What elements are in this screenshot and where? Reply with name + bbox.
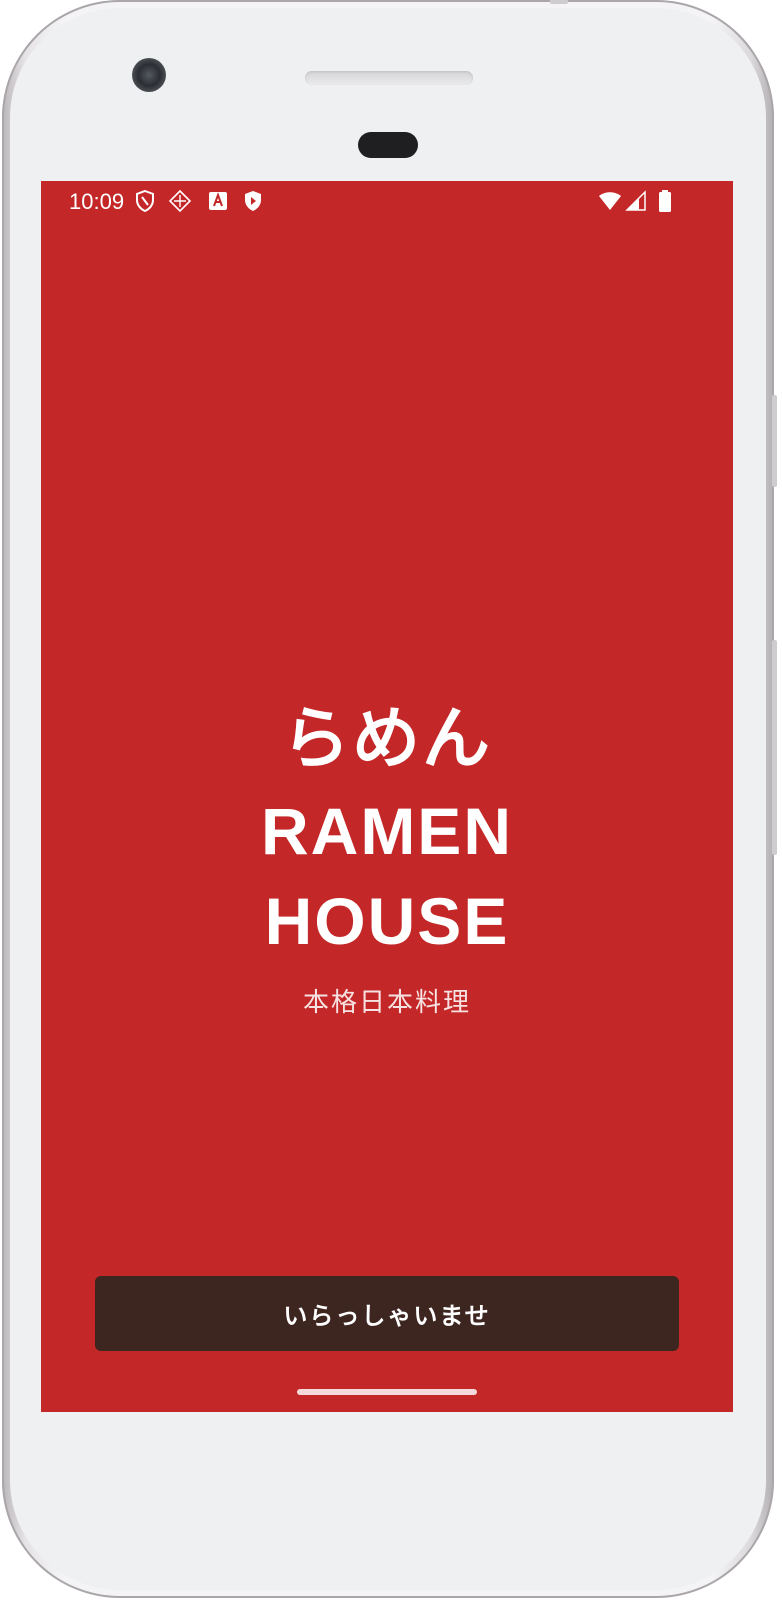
proximity-sensor — [358, 132, 418, 158]
splash-title-block: らめん RAMEN HOUSE 本格日本料理 — [41, 706, 733, 1019]
battery-icon — [659, 190, 671, 212]
earpiece-speaker — [305, 71, 473, 85]
title-japanese: らめん — [281, 700, 492, 779]
app-screen: 10:09 らめん RAMEN HOUSE 本格日本料理 いらっしゃいませ — [41, 181, 733, 1412]
vpn-diamond-icon — [168, 189, 192, 213]
play-shield-icon — [245, 191, 261, 211]
shield-outline-icon — [136, 189, 154, 213]
status-time: 10:09 — [69, 189, 125, 214]
welcome-button[interactable]: いらっしゃいませ — [95, 1276, 679, 1351]
home-indicator[interactable] — [297, 1389, 477, 1395]
title-english: RAMEN HOUSE — [41, 786, 733, 966]
volume-button — [772, 395, 777, 487]
power-button — [772, 640, 777, 855]
front-camera — [132, 58, 166, 92]
title-english-line2: HOUSE — [264, 884, 510, 958]
wifi-icon — [599, 192, 621, 210]
title-english-line1: RAMEN — [261, 794, 513, 868]
status-bar: 10:09 — [41, 181, 733, 221]
signal-icon — [625, 190, 646, 211]
subtitle: 本格日本料理 — [302, 988, 471, 1018]
top-button — [550, 0, 568, 4]
a-box-icon — [209, 192, 227, 210]
